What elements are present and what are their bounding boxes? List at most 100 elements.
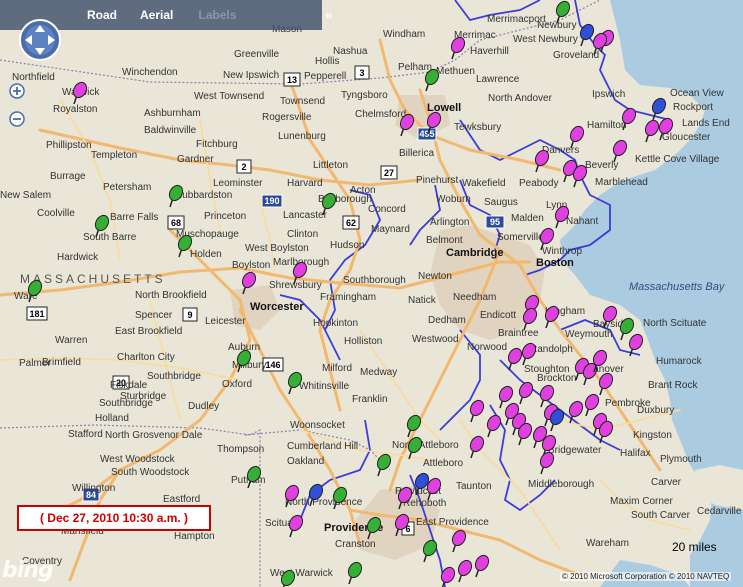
place-label: Weymouth xyxy=(565,329,613,340)
place-label: Woonsocket xyxy=(290,420,345,431)
place-label: Baldwinville xyxy=(144,125,197,136)
place-label: Bridgewater xyxy=(548,445,602,456)
place-label: Coolville xyxy=(37,208,75,219)
place-label: Lowell xyxy=(427,102,461,114)
place-label: Harvard xyxy=(287,178,323,189)
place-label: North Brookfield xyxy=(135,290,207,301)
place-label: Whitinsville xyxy=(299,381,349,392)
highway-shield: 13 xyxy=(283,72,301,87)
place-label: Princeton xyxy=(204,211,246,222)
place-label: Boston xyxy=(536,257,574,269)
place-label: Hampton xyxy=(174,531,215,542)
place-label: Carver xyxy=(651,477,682,488)
place-label: South Barre xyxy=(83,232,137,243)
zoom-in-button[interactable] xyxy=(8,82,26,100)
highway-shield: 95 xyxy=(485,215,505,229)
place-label: Winchendon xyxy=(122,67,178,78)
place-label: South Carver xyxy=(631,510,691,521)
scale-bar-label: 20 miles xyxy=(672,540,717,554)
place-label: Holland xyxy=(95,413,129,424)
place-label: West Newbury xyxy=(513,34,578,45)
place-label: Attleboro xyxy=(423,458,463,469)
place-label: West Boylston xyxy=(245,243,309,254)
copyright-text: © 2010 Microsoft Corporation © 2010 NAVT… xyxy=(560,572,732,581)
map-canvas[interactable]: 3 13 2 68 495 146 62 95 9 181 84 20 190 … xyxy=(0,0,743,587)
place-label: Ipswich xyxy=(592,89,625,100)
place-label: Peabody xyxy=(519,178,558,189)
aerial-tab[interactable]: Aerial xyxy=(140,8,173,22)
place-label: Pelham xyxy=(398,62,432,73)
svg-text:3: 3 xyxy=(359,68,364,78)
place-label: Massachusetts Bay xyxy=(629,281,726,293)
place-label: West Warwick xyxy=(270,568,334,579)
place-label: Fiskdale xyxy=(110,380,148,391)
place-label: West Woodstock xyxy=(100,454,176,465)
place-label: Natick xyxy=(408,295,437,306)
place-label: Lands End xyxy=(682,118,730,129)
place-label: Phillipston xyxy=(46,140,92,151)
place-label: Newton xyxy=(418,271,452,282)
place-label: Needham xyxy=(453,292,496,303)
zoom-out-button[interactable] xyxy=(8,110,26,128)
place-label: Humarock xyxy=(656,356,703,367)
place-label: Hudson xyxy=(330,240,364,251)
highway-shield: 62 xyxy=(342,215,360,230)
place-label: Gloucester xyxy=(662,132,711,143)
highway-shield: 190 xyxy=(261,194,283,208)
place-label: Middleborough xyxy=(528,479,594,490)
place-label: Southbridge xyxy=(147,371,201,382)
labels-tab[interactable]: Labels xyxy=(198,8,236,22)
highway-shield: 2 xyxy=(236,159,252,174)
place-label: Chelmsford xyxy=(355,109,406,120)
place-label: Spencer xyxy=(135,310,173,321)
highway-shield: 181 xyxy=(26,306,48,321)
svg-text:9: 9 xyxy=(187,310,192,320)
svg-text:2: 2 xyxy=(241,162,246,172)
place-label: Concord xyxy=(368,204,406,215)
place-label: Greenville xyxy=(234,49,279,60)
collapse-toolbar-button[interactable]: « xyxy=(325,8,332,22)
place-label: Cumberland Hill xyxy=(287,441,358,452)
place-label: Westwood xyxy=(412,334,459,345)
svg-text:146: 146 xyxy=(265,360,280,370)
place-label: Pinehurst xyxy=(416,175,458,186)
road-tab[interactable]: Road xyxy=(87,8,117,22)
place-label: Randolph xyxy=(530,344,573,355)
place-label: Ashburnham xyxy=(144,108,201,119)
place-label: Rockport xyxy=(673,102,713,113)
place-label: Wakefield xyxy=(462,178,506,189)
place-label: North Andover xyxy=(488,93,553,104)
place-label: Taunton xyxy=(456,481,492,492)
highway-shield: 27 xyxy=(380,165,398,180)
place-label: Kingston xyxy=(633,430,672,441)
place-label: Framingham xyxy=(320,292,376,303)
place-label: Haverhill xyxy=(470,46,509,57)
highway-shield: 3 xyxy=(354,65,370,80)
svg-text:181: 181 xyxy=(29,309,44,319)
place-label: South Woodstock xyxy=(111,467,190,478)
compass-pan-control[interactable] xyxy=(18,18,62,62)
place-label: Oxford xyxy=(222,379,252,390)
place-label: Royalston xyxy=(53,104,97,115)
place-label: Gardner xyxy=(177,154,214,165)
place-label: East Brookfield xyxy=(115,326,182,337)
highway-shield: 9 xyxy=(182,307,198,322)
place-label: Boylston xyxy=(232,260,270,271)
place-label: Endicott xyxy=(480,310,516,321)
place-label: Burrage xyxy=(50,171,86,182)
place-label: Norwood xyxy=(467,342,507,353)
place-label: Medway xyxy=(360,367,397,378)
place-label: Rogersville xyxy=(262,112,312,123)
place-label: Barre Falls xyxy=(110,212,158,223)
place-label: Worcester xyxy=(250,301,304,313)
place-label: Winthrop xyxy=(542,246,582,257)
place-label: Windham xyxy=(383,29,425,40)
place-label: Duxbury xyxy=(637,405,674,416)
place-label: Maynard xyxy=(371,224,410,235)
svg-text:68: 68 xyxy=(171,218,181,228)
highway-shield: 68 xyxy=(167,215,185,230)
place-label: Woburn xyxy=(436,194,471,205)
place-label: North Scituate xyxy=(643,318,707,329)
place-label: Stafford xyxy=(68,429,103,440)
place-label: Tewksbury xyxy=(454,122,501,133)
